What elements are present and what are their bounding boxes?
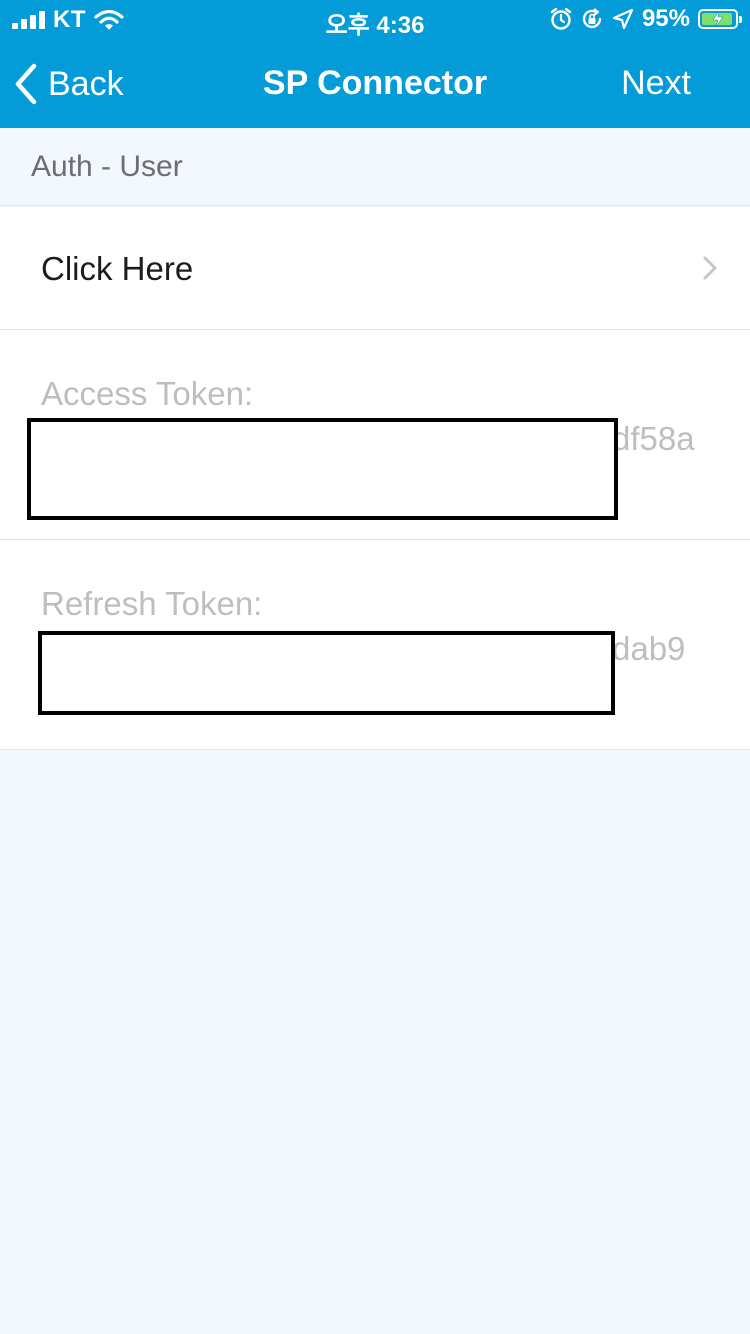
battery-percent: 95%: [641, 5, 690, 32]
status-bar: KT 오후 4:36 95%: [0, 0, 750, 40]
access-token-value: df58a: [612, 420, 695, 457]
click-here-label: Click Here: [41, 250, 194, 287]
top-bar: KT 오후 4:36 95% Back SP Connector Next: [0, 0, 750, 128]
bolt-icon: [712, 11, 724, 27]
back-button[interactable]: Back: [14, 60, 124, 108]
location-arrow-icon: [612, 8, 634, 30]
rotation-lock-icon: [582, 8, 602, 29]
navigation-bar: Back SP Connector Next: [0, 40, 750, 128]
click-here-row[interactable]: Click Here: [0, 207, 750, 330]
chevron-right-icon: [703, 256, 717, 280]
access-token-row: Access Token: df58a: [0, 330, 750, 540]
redaction-box: [27, 418, 618, 520]
refresh-token-value: dab9: [612, 630, 686, 667]
refresh-token-row: Refresh Token: dab9: [0, 540, 750, 750]
section-header-label: Auth - User: [31, 150, 183, 183]
section-header: Auth - User: [0, 128, 750, 206]
chevron-left-icon: [15, 63, 37, 105]
status-right: 95%: [550, 5, 742, 33]
next-button[interactable]: Next: [621, 64, 691, 103]
refresh-token-label: Refresh Token:: [41, 585, 263, 622]
redaction-box: [38, 631, 615, 715]
battery-charging-icon: [698, 9, 742, 29]
back-label: Back: [48, 64, 124, 103]
alarm-icon: [550, 7, 572, 30]
battery-cap: [739, 16, 742, 23]
access-token-label: Access Token:: [41, 375, 254, 412]
